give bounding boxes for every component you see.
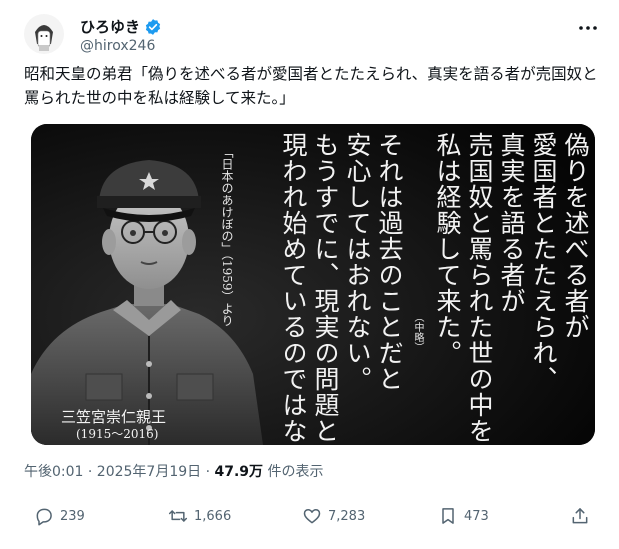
abbreviation-note: （中略） xyxy=(412,312,423,352)
user-handle[interactable]: @hirox246 xyxy=(80,38,155,54)
tweet-text: 昭和天皇の弟君「偽りを述べる者が愛国者とたたえられ、真実を語る者が売国奴と罵られ… xyxy=(24,65,598,107)
views-label: 件の表示 xyxy=(263,464,324,480)
display-name[interactable]: ひろゆき xyxy=(80,16,140,37)
reply-count: 239 xyxy=(60,508,85,524)
source-citation: 「日本のあけぼの」（1959）より xyxy=(220,146,234,327)
person-name: 三笠宮崇仁親王 xyxy=(61,408,167,426)
views-count: 47.9万 xyxy=(214,464,264,480)
avatar[interactable] xyxy=(24,14,64,54)
like-button[interactable]: 7,283 xyxy=(302,506,365,526)
share-icon xyxy=(572,508,588,524)
bookmark-count: 473 xyxy=(464,508,489,524)
quote-line: 売国奴と罵られた世の中を xyxy=(465,132,494,444)
like-count: 7,283 xyxy=(328,508,366,524)
heart-icon xyxy=(303,509,321,524)
quote-line: 私は経験して来た。 xyxy=(433,132,462,366)
bookmark-icon xyxy=(442,508,454,524)
tweet-header: ひろゆき @hirox246 xyxy=(24,12,604,60)
quote-line: 安心してはおれない。 xyxy=(343,132,372,392)
quote-line: 愛国者とたたえられ、 xyxy=(529,132,558,392)
share-button[interactable] xyxy=(570,506,590,526)
reply-icon xyxy=(36,508,52,526)
verified-badge-icon xyxy=(144,18,162,36)
tweet-image[interactable]: 偽りを述べる者が 愛国者とたたえられ、 真実を語る者が 売国奴と罵られた世の中を… xyxy=(31,124,595,445)
quote-line: 偽りを述べる者が xyxy=(561,132,590,340)
more-options-icon[interactable] xyxy=(576,18,600,38)
quote-line: もうすでに、現実の問題として xyxy=(311,132,340,445)
repost-button[interactable]: 1,666 xyxy=(168,506,231,526)
repost-count: 1,666 xyxy=(194,508,232,524)
quote-line: 現われ始めているのではないか。 xyxy=(279,132,308,445)
quote-line: 真実を語る者が xyxy=(497,132,526,314)
timestamp[interactable]: 午後0:01 · 2025年7月19日 · xyxy=(24,464,215,480)
action-bar: 239 1,666 7,283 473 xyxy=(24,506,599,538)
tweet-metadata: 午後0:01 · 2025年7月19日 · 47.9万 件の表示 xyxy=(24,461,324,481)
repost-icon xyxy=(168,510,188,522)
bookmark-button[interactable]: 473 xyxy=(438,506,489,526)
person-years: (1915～2016) xyxy=(76,427,159,441)
quote-line: それは過去のことだと xyxy=(375,132,404,392)
reply-button[interactable]: 239 xyxy=(34,506,85,526)
